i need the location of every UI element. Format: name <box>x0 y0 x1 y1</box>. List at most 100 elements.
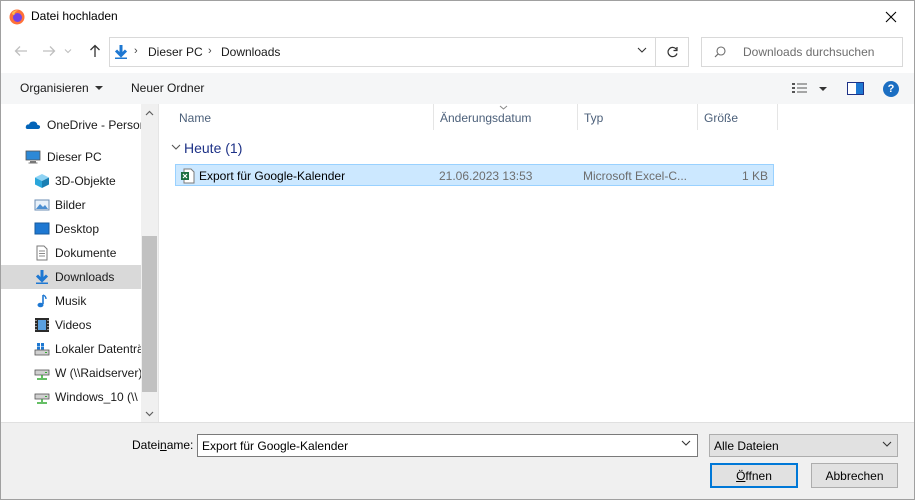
column-header-name[interactable]: Name <box>179 104 211 130</box>
scroll-thumb[interactable] <box>142 236 157 392</box>
filename-label-part: Datei <box>132 438 161 452</box>
cancel-button[interactable]: Abbrechen <box>811 463 898 488</box>
column-header-modified[interactable]: Änderungsdatum <box>440 104 531 130</box>
nav-label: OneDrive - Person <box>47 118 141 132</box>
nav-item-documents[interactable]: Dokumente <box>1 241 141 265</box>
videos-icon <box>35 318 49 332</box>
nav-item-network-raidserver[interactable]: W (\\Raidserver) <box>1 361 141 385</box>
file-row[interactable]: Export für Google-Kalender 21.06.2023 13… <box>175 164 774 186</box>
filetype-select[interactable]: Alle Dateien <box>709 434 898 457</box>
nav-label: Downloads <box>55 270 115 284</box>
new-folder-button[interactable]: Neuer Ordner <box>131 81 204 95</box>
nav-item-desktop[interactable]: Desktop <box>1 217 141 241</box>
chevron-down-icon <box>145 411 154 416</box>
open-button[interactable]: Öffnen <box>710 463 798 488</box>
view-options-icon[interactable] <box>791 82 809 94</box>
nav-label: Musik <box>55 294 87 308</box>
nav-label: Windows_10 (\\ <box>55 390 138 404</box>
downloads-icon <box>114 45 128 59</box>
nav-label: Lokaler Datenträger <box>55 342 141 356</box>
window-title: Datei hochladen <box>31 9 118 23</box>
network-drive-icon <box>34 369 50 380</box>
dialog-footer: Dateiname: Alle Dateien Öffnen Abbrechen <box>1 422 914 499</box>
chevron-down-icon[interactable] <box>681 440 691 447</box>
open-label-accesskey: Ö <box>736 468 746 483</box>
nav-item-videos[interactable]: Videos <box>1 313 141 337</box>
search-input[interactable]: Downloads durchsuchen <box>701 37 903 67</box>
caret-down-icon <box>94 86 103 90</box>
file-list[interactable]: Name Änderungsdatum Typ Größe Heute (1) … <box>159 104 914 422</box>
search-placeholder: Downloads durchsuchen <box>743 45 875 59</box>
filetype-value: Alle Dateien <box>714 439 779 453</box>
filename-input[interactable] <box>197 434 698 457</box>
breadcrumb-separator: › <box>208 45 212 57</box>
breadcrumb-this-pc[interactable]: Dieser PC <box>148 45 203 59</box>
nav-scrollbar[interactable] <box>141 104 158 422</box>
onedrive-cloud-icon <box>25 121 41 129</box>
arrow-right-icon <box>43 46 56 56</box>
chevron-down-icon <box>882 441 892 447</box>
chevron-down-icon <box>64 49 72 54</box>
close-icon <box>885 11 897 22</box>
pictures-icon <box>34 199 50 211</box>
file-type: Microsoft Excel-C... <box>583 169 688 183</box>
back-button[interactable] <box>10 39 32 63</box>
downloads-icon <box>35 270 49 284</box>
documents-icon <box>36 245 48 261</box>
nav-label: Bilder <box>55 198 86 212</box>
command-bar: Organisieren Neuer Ordner ? <box>1 73 914 104</box>
file-name: Export für Google-Kalender <box>199 169 346 183</box>
music-icon <box>37 294 47 308</box>
nav-item-music[interactable]: Musik <box>1 289 141 313</box>
nav-label: W (\\Raidserver) <box>55 366 141 380</box>
drive-icon <box>34 343 50 356</box>
nav-item-onedrive[interactable]: OneDrive - Person <box>1 113 141 137</box>
help-icon[interactable]: ? <box>883 81 899 97</box>
up-button[interactable] <box>84 39 106 63</box>
refresh-button[interactable] <box>656 37 689 67</box>
filename-label-accesskey: n <box>160 438 167 452</box>
search-icon <box>714 46 726 58</box>
open-label-rest: ffnen <box>745 468 772 483</box>
navigation-pane[interactable]: OneDrive - Person Dieser PC 3D-Objekte B… <box>1 104 158 422</box>
3d-objects-icon <box>35 174 49 188</box>
chevron-down-icon[interactable] <box>637 46 647 54</box>
view-dropdown-icon[interactable] <box>819 87 827 91</box>
preview-pane-icon[interactable] <box>847 82 864 95</box>
forward-button[interactable] <box>38 39 60 63</box>
nav-item-downloads[interactable]: Downloads <box>1 265 141 289</box>
chevron-up-icon <box>145 110 154 115</box>
organize-button[interactable]: Organisieren <box>20 81 103 95</box>
filename-label-part: ame: <box>166 438 194 452</box>
nav-item-pictures[interactable]: Bilder <box>1 193 141 217</box>
address-bar[interactable]: › Dieser PC › Downloads <box>109 37 656 67</box>
file-size: 1 KB <box>741 169 768 183</box>
arrow-up-icon <box>90 44 100 57</box>
scroll-up-button[interactable] <box>141 104 158 121</box>
close-button[interactable] <box>868 1 914 32</box>
arrow-left-icon <box>14 46 27 56</box>
nav-label: Dieser PC <box>47 150 102 164</box>
nav-item-3d-objects[interactable]: 3D-Objekte <box>1 169 141 193</box>
file-upload-dialog: Datei hochladen › Dieser PC › Downloads … <box>0 0 915 500</box>
nav-item-this-pc[interactable]: Dieser PC <box>1 145 141 169</box>
nav-label: Desktop <box>55 222 100 236</box>
title-bar: Datei hochladen <box>1 1 914 32</box>
nav-item-local-drive[interactable]: Lokaler Datenträger <box>1 337 141 361</box>
excel-csv-icon <box>181 168 195 184</box>
nav-label: Dokumente <box>55 246 117 260</box>
nav-label: Videos <box>55 318 92 332</box>
recent-locations-button[interactable] <box>61 39 75 63</box>
scroll-down-button[interactable] <box>141 405 158 422</box>
column-divider[interactable] <box>577 104 578 130</box>
column-header-type[interactable]: Typ <box>584 104 603 130</box>
column-header-size[interactable]: Größe <box>704 104 738 130</box>
nav-item-network-windows10[interactable]: Windows_10 (\\ <box>1 385 141 409</box>
column-divider[interactable] <box>433 104 434 130</box>
column-divider[interactable] <box>777 104 778 130</box>
refresh-icon <box>666 46 678 57</box>
nav-label: 3D-Objekte <box>55 174 116 188</box>
breadcrumb-separator: › <box>134 45 138 57</box>
column-divider[interactable] <box>697 104 698 130</box>
breadcrumb-downloads[interactable]: Downloads <box>221 45 280 59</box>
